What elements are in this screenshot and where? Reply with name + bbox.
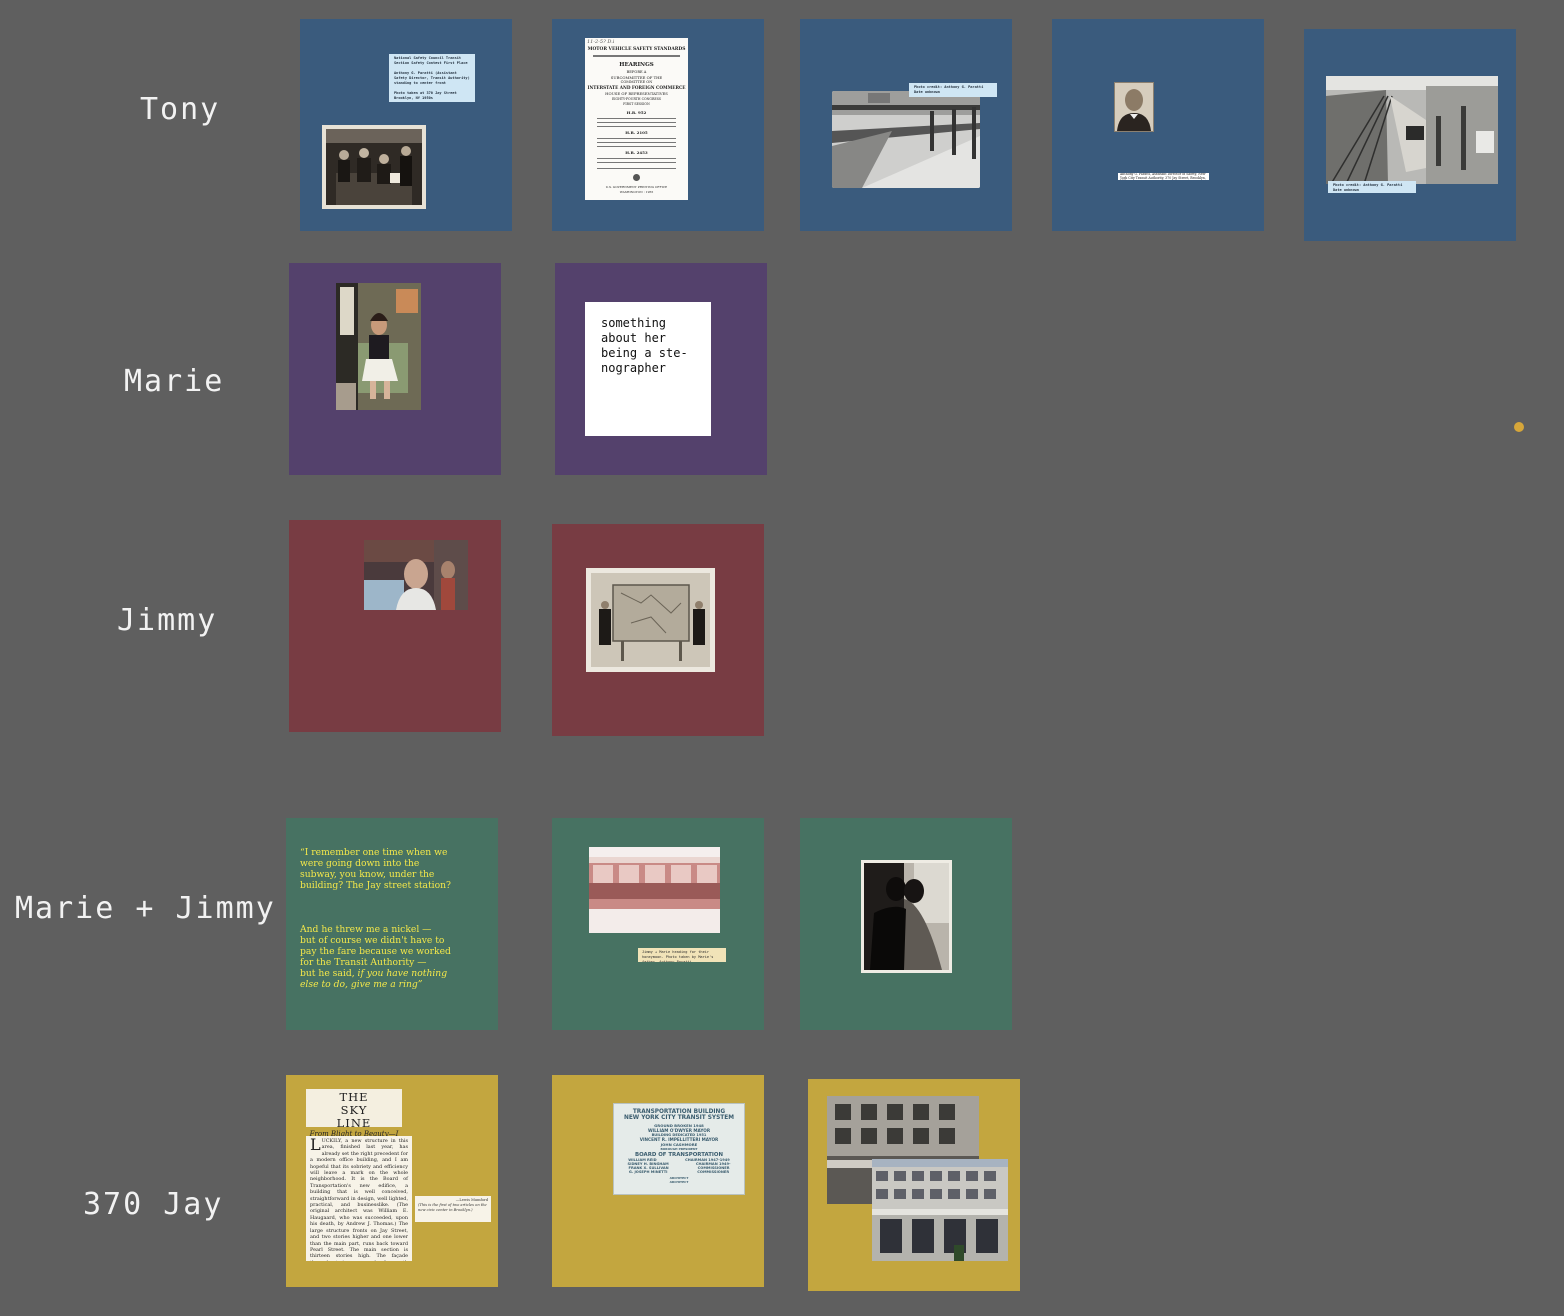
doc-text-line — [597, 146, 676, 147]
portrait-image — [1115, 83, 1153, 131]
row-label-marie: Marie — [124, 364, 225, 399]
map-board-image — [591, 573, 710, 667]
gpo-seal-icon — [633, 174, 640, 181]
marie-jimmy-card-1[interactable]: “I remember one time when we were going … — [286, 818, 498, 1030]
row-label-tony: Tony — [140, 92, 221, 127]
portrait-photo[interactable] — [1114, 82, 1154, 132]
quote-part-1: “I remember one time when we were going … — [300, 847, 451, 891]
doc-text-line — [597, 122, 676, 123]
building-facade-image-2 — [872, 1159, 1008, 1261]
doc-sub-1: BEFORE A — [626, 70, 647, 74]
marie-seated-photo[interactable] — [336, 283, 421, 410]
photo-credit-tag: Photo credit: Anthony G. Paratti Date un… — [1328, 181, 1416, 193]
doc-footer: U.S. GOVERNMENT PRINTING OFFICE — [605, 185, 668, 189]
plaque-line-8: BOROUGH PRESIDENT — [660, 1147, 698, 1151]
subway-train-image — [1326, 76, 1498, 184]
wedding-kiss-photo[interactable] — [861, 860, 952, 973]
photo-credit-tag: Photo credit: Anthony G. Paratti Date un… — [909, 83, 997, 97]
proposal-quote: “I remember one time when we were going … — [300, 836, 486, 990]
hearings-document[interactable]: 11-2-5? D.i MOTOR VEHICLE SAFETY STANDAR… — [585, 38, 688, 200]
jimmy-card-2[interactable] — [552, 524, 764, 736]
doc-bill-3: H.R. 2453 — [625, 150, 648, 155]
map-board-photo[interactable] — [586, 568, 715, 672]
row-label-370-jay: 370 Jay — [83, 1187, 224, 1222]
jay-card-1[interactable]: THE SKY LINE From Blight to Beauty—I L UC… — [286, 1075, 498, 1287]
elevated-platform-photo[interactable] — [832, 91, 980, 188]
plaque-row: G. JOSEPH MINETTI COMMISSIONER — [614, 1170, 744, 1174]
doc-sub-5: HOUSE OF REPRESENTATIVES — [605, 91, 668, 96]
doc-bill-1: H.R. 952 — [626, 110, 647, 115]
article-clipping[interactable]: —Lewis Mumford (This is the first of two… — [415, 1196, 491, 1222]
doc-text-line — [597, 142, 676, 143]
clipping-note: (This is the first of two articles on th… — [418, 1202, 487, 1212]
tony-card-1[interactable]: National Safety Council Transit Section … — [300, 19, 512, 231]
plaque-role: COMMISSIONER — [697, 1170, 730, 1174]
marie-jimmy-card-3[interactable] — [800, 818, 1012, 1030]
doc-sub-3: COMMITTEE ON — [620, 80, 653, 84]
stenographer-note[interactable]: something about her being a ste- nograph… — [585, 302, 711, 436]
subway-train-photo[interactable] — [1326, 76, 1498, 184]
tony-card-5[interactable]: Photo credit: Anthony G. Paratti Date un… — [1304, 29, 1516, 241]
doc-handwritten-note: 11-2-5? D.i — [587, 39, 615, 45]
doc-sub-6: EIGHTY-FOURTH CONGRESS — [611, 97, 662, 101]
sky-line-header: THE SKY LINE From Blight to Beauty—I — [306, 1089, 402, 1138]
honeymoon-train-image — [589, 847, 720, 933]
doc-sub-4: INTERSTATE AND FOREIGN COMMERCE — [587, 85, 686, 90]
doc-text-line — [597, 168, 676, 169]
doc-sub-7: FIRST SESSION — [623, 102, 650, 106]
tony-card-4[interactable]: Anthony G. Paratti, Assistant Director o… — [1052, 19, 1264, 231]
row-label-jimmy: Jimmy — [117, 603, 218, 638]
jimmy-portrait-image — [364, 540, 468, 610]
honeymoon-train-photo[interactable] — [589, 847, 720, 933]
status-dot-icon — [1514, 422, 1524, 432]
marie-seated-image — [336, 283, 421, 410]
wedding-kiss-image — [864, 863, 949, 970]
sky-line-title: THE SKY LINE — [336, 1090, 372, 1130]
jay-card-2[interactable]: TRANSPORTATION BUILDING NEW YORK CITY TR… — [552, 1075, 764, 1287]
marie-card-1[interactable] — [289, 263, 501, 475]
group-award-photo[interactable] — [322, 125, 426, 209]
honeymoon-caption-tag: Jimmy + Marie heading for their honeymoo… — [638, 948, 726, 962]
marie-jimmy-card-2[interactable]: Jimmy + Marie heading for their honeymoo… — [552, 818, 764, 1030]
doc-footer-2: WASHINGTON : 1955 — [619, 190, 654, 194]
doc-rule — [593, 55, 680, 57]
doc-text-line — [597, 162, 676, 163]
doc-title: HEARINGS — [619, 62, 654, 68]
article-body: UCKILY, a new structure in this area, fi… — [310, 1138, 408, 1261]
doc-heading: MOTOR VEHICLE SAFETY STANDARDS — [587, 47, 686, 52]
elevated-platform-image — [832, 91, 980, 188]
doc-text-line — [597, 118, 676, 119]
jimmy-card-1[interactable] — [289, 520, 501, 732]
article-drop-cap: L — [310, 1136, 321, 1154]
sky-line-article[interactable]: L UCKILY, a new structure in this area, f… — [306, 1136, 412, 1261]
jay-card-3[interactable] — [808, 1079, 1020, 1291]
doc-text-line — [597, 138, 676, 139]
portrait-caption: Anthony G. Paratti, Assistant Director o… — [1118, 173, 1209, 180]
building-plaque[interactable]: TRANSPORTATION BUILDING NEW YORK CITY TR… — [613, 1103, 745, 1195]
tony-card-2[interactable]: 11-2-5? D.i MOTOR VEHICLE SAFETY STANDAR… — [552, 19, 764, 231]
photo-caption-tag: National Safety Council Transit Section … — [389, 54, 475, 102]
row-label-marie-jimmy: Marie + Jimmy — [15, 891, 276, 926]
building-facade-photo-2[interactable] — [872, 1159, 1008, 1261]
doc-bill-2: H.R. 2105 — [625, 130, 648, 135]
plaque-name: G. JOSEPH MINETTI — [628, 1170, 668, 1174]
plaque-line-2: NEW YORK CITY TRANSIT SYSTEM — [624, 1115, 734, 1121]
jimmy-portrait-photo[interactable] — [364, 540, 468, 610]
doc-text-line — [597, 126, 676, 127]
marie-card-2[interactable]: something about her being a ste- nograph… — [555, 263, 767, 475]
plaque-line-15: ARCHITECT — [669, 1180, 689, 1184]
doc-text-line — [597, 158, 676, 159]
tony-card-3[interactable]: Photo credit: Anthony G. Paratti Date un… — [800, 19, 1012, 231]
group-award-photo-image — [326, 129, 422, 205]
